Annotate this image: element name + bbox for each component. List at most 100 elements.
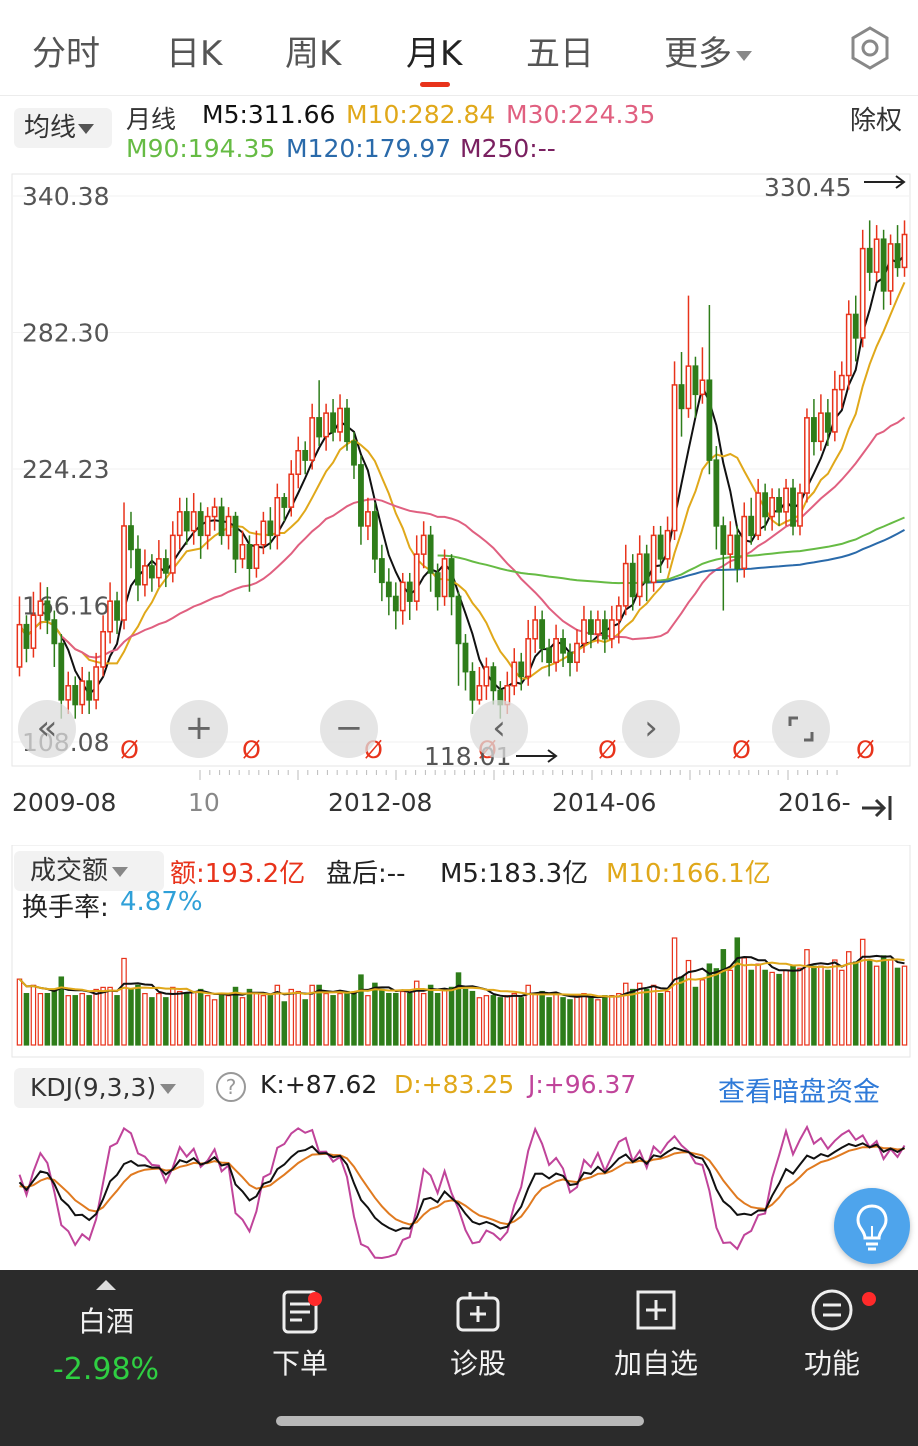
kdj-lines	[18, 1124, 906, 1260]
indicator-select[interactable]: 均线	[14, 108, 112, 148]
candle-body	[51, 619, 58, 645]
volume-bar	[650, 984, 657, 1046]
candle-body	[211, 506, 218, 518]
ma120-value: M120:179.97	[286, 134, 452, 163]
candle-body	[776, 496, 782, 513]
volume-ma10: M10:166.1亿	[606, 859, 771, 889]
help-icon[interactable]: ?	[216, 1072, 246, 1102]
volume-bar	[818, 965, 824, 1046]
volume-bar	[692, 986, 699, 1046]
volume-bar	[490, 995, 497, 1046]
candle-body	[16, 623, 23, 668]
home-indicator[interactable]	[276, 1416, 644, 1426]
candle-body	[741, 515, 748, 570]
app-root: 分时 日K 周K 月K 五日 更多 均线 月线 M5:311.66 M10:28…	[0, 0, 918, 1446]
sector-change: -2.98%	[52, 1352, 160, 1387]
volume-bar	[546, 997, 552, 1046]
candle-body	[797, 492, 803, 527]
volume-bar	[859, 938, 866, 1046]
candle-body	[413, 553, 420, 602]
assistant-bulb-button[interactable]	[834, 1188, 910, 1264]
sector-summary[interactable]: 白酒 -2.98%	[36, 1278, 176, 1387]
tab-more[interactable]: 更多	[664, 26, 752, 75]
volume-bar	[204, 995, 211, 1046]
kdj-indicator-select[interactable]: KDJ(9,3,3)	[14, 1068, 204, 1108]
volume-bar	[149, 997, 155, 1046]
candle-body	[560, 638, 566, 654]
candle-body	[190, 511, 197, 532]
volume-bar	[379, 988, 385, 1046]
candle-body	[469, 670, 476, 701]
scroll-right-button[interactable]: ›	[622, 700, 680, 758]
candle-body	[351, 440, 357, 466]
candlestick-plot: 340.38282.30224.23166.16108.08 ØØØØØØØ 3…	[11, 173, 911, 780]
candle-body	[23, 623, 30, 649]
add-watchlist-button[interactable]: 加自选	[586, 1288, 726, 1382]
candle-body	[427, 534, 434, 574]
tab-daily[interactable]: 日K	[166, 26, 222, 75]
volume-metric-select[interactable]: 成交额	[14, 851, 164, 891]
volume-bar	[629, 988, 636, 1046]
candle-body	[650, 534, 657, 584]
candle-body	[260, 520, 267, 546]
volume-bar	[553, 992, 559, 1046]
volume-bar	[866, 959, 873, 1046]
diagnose-button[interactable]: 诊股	[408, 1288, 548, 1382]
chevron-down-icon	[736, 50, 752, 61]
tab-five-day[interactable]: 五日	[526, 26, 594, 75]
candle-body	[734, 534, 741, 570]
volume-bar	[72, 995, 78, 1046]
volume-bar	[302, 999, 308, 1046]
volume-bar	[462, 988, 469, 1046]
tab-intraday[interactable]: 分时	[32, 26, 100, 75]
candlestick-chart[interactable]: 340.38282.30224.23166.16108.08 ØØØØØØØ 3…	[0, 170, 918, 845]
order-button[interactable]: 下单	[230, 1288, 370, 1382]
volume-bar	[720, 949, 727, 1046]
candle-body	[511, 661, 518, 687]
adjustment-toggle[interactable]: 除权	[850, 100, 902, 137]
tab-monthly[interactable]: 月K	[406, 26, 462, 75]
chevron-down-icon	[78, 123, 95, 134]
time-axis-ticks	[199, 770, 838, 780]
view-hidden-funds-link[interactable]: 查看暗盘资金	[718, 1070, 880, 1109]
candle-body	[107, 600, 113, 633]
volume-ma5: M5:183.3亿	[440, 859, 589, 889]
candle-body	[713, 459, 720, 527]
candle-body	[804, 417, 810, 494]
zoom-out-button[interactable]: −	[320, 700, 378, 758]
volume-bar	[671, 937, 678, 1046]
scroll-left-button[interactable]: ‹	[470, 700, 528, 758]
candle-body	[225, 515, 232, 537]
candle-body	[378, 558, 385, 584]
price-level-label: 224.23	[22, 455, 109, 484]
zoom-in-button[interactable]: +	[170, 700, 228, 758]
candle-body	[197, 511, 204, 537]
fullscreen-button[interactable]	[772, 700, 830, 758]
candle-body	[218, 506, 225, 537]
rewind-button[interactable]: «	[18, 700, 76, 758]
volume-bar	[643, 988, 650, 1046]
volume-bar	[741, 957, 747, 1046]
dividend-mark: Ø	[242, 736, 261, 764]
kdj-j-line	[18, 1124, 906, 1260]
ma10-value: M10:282.84	[346, 100, 496, 129]
turnover-label: 换手率:	[22, 893, 109, 923]
add-watchlist-label: 加自选	[613, 1347, 698, 1380]
volume-bar	[351, 992, 357, 1046]
candle-body	[664, 529, 671, 560]
gear-icon[interactable]	[848, 26, 892, 70]
volume-bar	[190, 990, 197, 1046]
candle-body	[337, 407, 343, 433]
functions-button[interactable]: 功能	[762, 1288, 902, 1382]
tab-weekly[interactable]: 周K	[285, 26, 341, 75]
candle-body	[253, 544, 260, 570]
functions-notification-dot	[862, 1292, 876, 1306]
plot-frame	[11, 173, 911, 767]
candle-body	[246, 544, 253, 570]
dividend-mark: Ø	[120, 736, 139, 764]
candle-body	[385, 581, 392, 598]
volume-bar	[901, 965, 908, 1046]
volume-bar	[441, 988, 448, 1046]
candle-body	[887, 243, 894, 292]
jump-to-latest-icon[interactable]	[858, 788, 898, 822]
